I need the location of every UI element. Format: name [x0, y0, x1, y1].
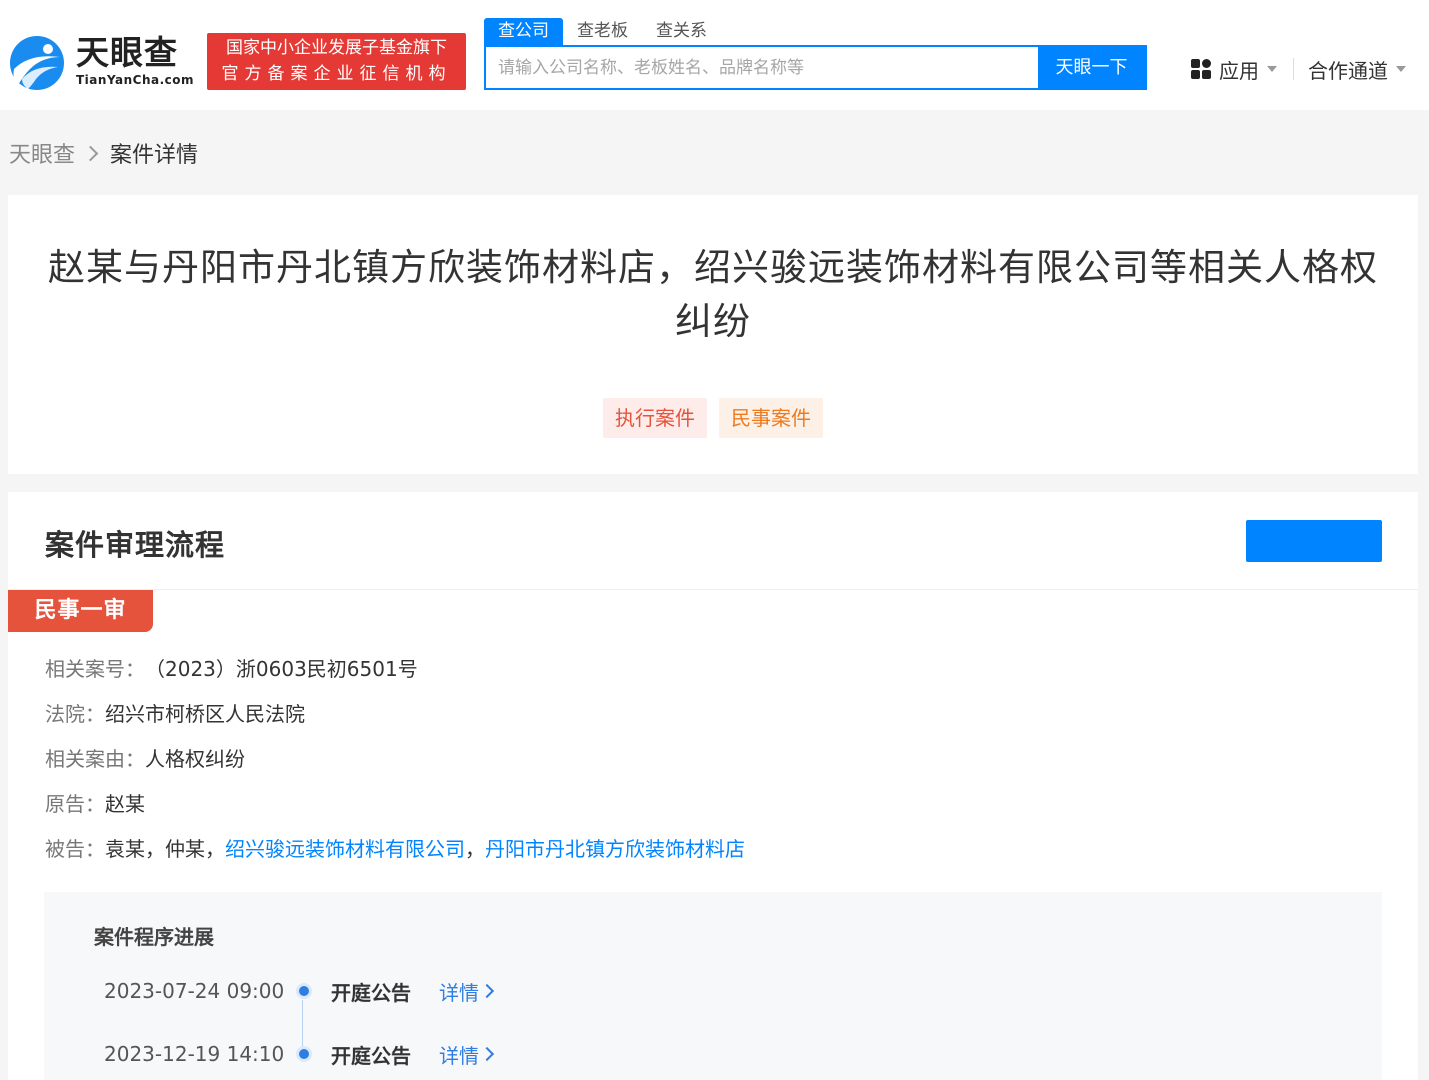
search-button[interactable]: 天眼一下 — [1038, 47, 1145, 88]
chevron-right-icon — [83, 145, 99, 161]
badge-line-2: 官方备案企业征信机构 — [207, 61, 466, 87]
cooperation-menu[interactable]: 合作通道 — [1308, 55, 1406, 83]
site-logo[interactable]: 天眼查 TianYanCha.com — [8, 33, 193, 93]
cooperation-label: 合作通道 — [1308, 55, 1388, 84]
info-row-court: 法院： 绍兴市柯桥区人民法院 — [45, 699, 745, 744]
detail-label: 详情 — [439, 1040, 479, 1069]
apps-menu[interactable]: 应用 — [1191, 55, 1277, 83]
tab-company[interactable]: 查公司 — [484, 18, 563, 45]
logo-text: 天眼查 — [76, 33, 178, 73]
logo-eye-icon — [8, 35, 66, 91]
search-input[interactable] — [486, 47, 1038, 88]
timeline-date: 2023-12-19 14:10 — [104, 1042, 294, 1066]
defendant-plain: 袁某，仲某， — [105, 834, 225, 864]
tab-boss[interactable]: 查老板 — [563, 18, 642, 45]
defendant-link-danyang[interactable]: 丹阳市丹北镇方欣装饰材料店 — [485, 834, 745, 864]
cause-label: 相关案由： — [45, 744, 145, 774]
court-value: 绍兴市柯桥区人民法院 — [105, 699, 305, 729]
page-title: 赵某与丹阳市丹北镇方欣装饰材料店，绍兴骏远装饰材料有限公司等相关人格权纠纷 — [38, 241, 1388, 349]
timeline-item: 2023-07-24 09:00 开庭公告 详情 — [104, 976, 492, 1006]
case-tags: 执行案件 民事案件 — [8, 398, 1418, 438]
detail-link[interactable]: 详情 — [439, 1040, 492, 1069]
section-title: 案件审理流程 — [45, 522, 225, 564]
timeline-event: 开庭公告 — [331, 977, 439, 1006]
timeline-dot — [299, 986, 309, 996]
case-title-card: 赵某与丹阳市丹北镇方欣装饰材料店，绍兴骏远装饰材料有限公司等相关人格权纠纷 执行… — [8, 195, 1418, 474]
timeline-dot — [299, 1049, 309, 1059]
case-no-value: （2023）浙0603民初6501号 — [145, 654, 418, 684]
chevron-down-icon — [1396, 66, 1406, 72]
info-row-case-no: 相关案号： （2023）浙0603民初6501号 — [45, 654, 745, 699]
info-row-defendant: 被告： 袁某，仲某， 绍兴骏远装饰材料有限公司 ， 丹阳市丹北镇方欣装饰材料店 — [45, 834, 745, 879]
breadcrumb-home[interactable]: 天眼查 — [9, 137, 75, 169]
tab-relation[interactable]: 查关系 — [642, 18, 721, 45]
court-label: 法院： — [45, 699, 105, 729]
apps-label: 应用 — [1219, 55, 1259, 84]
defendant-separator: ， — [465, 834, 485, 864]
chevron-down-icon — [1267, 66, 1277, 72]
timeline-item: 2023-12-19 14:10 开庭公告 详情 — [104, 1039, 492, 1069]
case-info-list: 相关案号： （2023）浙0603民初6501号 法院： 绍兴市柯桥区人民法院 … — [45, 654, 745, 879]
stage-badge: 民事一审 — [8, 590, 153, 632]
timeline-event: 开庭公告 — [331, 1040, 439, 1069]
tag-civil-case: 民事案件 — [719, 398, 823, 438]
plaintiff-label: 原告： — [45, 789, 105, 819]
action-button[interactable] — [1246, 520, 1382, 562]
tag-execution-case: 执行案件 — [603, 398, 707, 438]
badge-line-1: 国家中小企业发展子基金旗下 — [207, 35, 466, 61]
chevron-right-icon — [480, 1047, 494, 1061]
divider — [8, 589, 1418, 590]
case-process-card: 案件审理流程 民事一审 相关案号： （2023）浙0603民初6501号 法院：… — [8, 492, 1418, 1080]
progress-panel: 案件程序进展 2023-07-24 09:00 开庭公告 详情 2023-12-… — [44, 892, 1382, 1080]
top-header: 天眼查 TianYanCha.com 国家中小企业发展子基金旗下 官方备案企业征… — [0, 0, 1429, 110]
info-row-cause: 相关案由： 人格权纠纷 — [45, 744, 745, 789]
defendant-link-shaoxing[interactable]: 绍兴骏远装饰材料有限公司 — [225, 834, 465, 864]
info-row-plaintiff: 原告： 赵某 — [45, 789, 745, 834]
cause-value: 人格权纠纷 — [145, 744, 245, 774]
breadcrumb: 天眼查 案件详情 — [9, 138, 198, 168]
official-badge: 国家中小企业发展子基金旗下 官方备案企业征信机构 — [207, 33, 466, 90]
plaintiff-value: 赵某 — [105, 789, 145, 819]
detail-link[interactable]: 详情 — [439, 977, 492, 1006]
progress-title: 案件程序进展 — [94, 921, 214, 950]
search-bar: 天眼一下 — [484, 45, 1147, 90]
apps-grid-icon — [1191, 59, 1211, 79]
timeline-date: 2023-07-24 09:00 — [104, 979, 294, 1003]
chevron-right-icon — [480, 984, 494, 998]
breadcrumb-current: 案件详情 — [110, 137, 198, 169]
case-no-label: 相关案号： — [45, 654, 145, 684]
nav-divider — [1293, 58, 1294, 80]
logo-domain: TianYanCha.com — [76, 73, 194, 87]
search-tabs: 查公司 查老板 查关系 — [484, 18, 721, 45]
defendant-label: 被告： — [45, 834, 105, 864]
detail-label: 详情 — [439, 977, 479, 1006]
